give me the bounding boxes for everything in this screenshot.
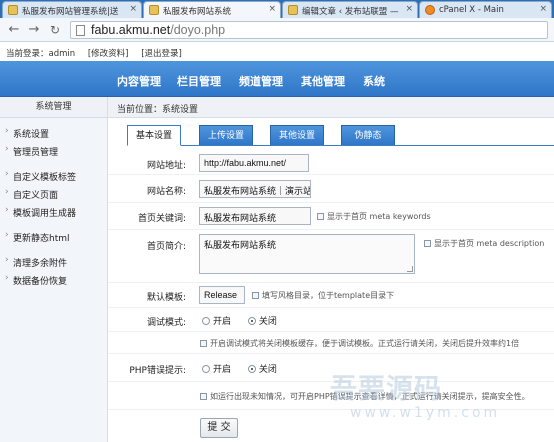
php-error-option-on[interactable]: 开启 bbox=[202, 365, 231, 375]
browser-tab-admin[interactable]: 私服发布网站管理系统|送 × bbox=[2, 1, 142, 18]
sidebar-item-clean-attachments[interactable]: 清理多余附件 bbox=[5, 255, 67, 269]
address-bar: ← → ↻ fabu.akmu.net/doyo.php bbox=[0, 18, 554, 42]
nav-item-category[interactable]: 栏目管理 bbox=[177, 73, 221, 89]
sub-header: 系统管理 当前位置：系统设置 bbox=[0, 97, 554, 118]
browser-tab-editor[interactable]: 编辑文章 ‹ 发布站联盟 — × bbox=[282, 1, 418, 18]
checkbox-icon bbox=[317, 213, 324, 220]
keywords-input[interactable]: 私服发布网站系统 bbox=[199, 207, 311, 225]
url-text: fabu.akmu.net/doyo.php bbox=[91, 23, 226, 37]
radio-selected-icon bbox=[247, 317, 256, 325]
tab-upload-settings[interactable]: 上传设置 bbox=[199, 125, 253, 145]
sidebar-item-custom-template-tags[interactable]: 自定义模板标签 bbox=[5, 169, 76, 183]
tab-pseudo-static[interactable]: 伪静态 bbox=[341, 125, 395, 145]
debug-radio-group: 开启 关闭 bbox=[202, 314, 291, 327]
debug-option-off[interactable]: 关闭 bbox=[247, 317, 277, 327]
watermark-url: www.w1ym.com bbox=[350, 405, 501, 421]
close-icon[interactable]: × bbox=[129, 4, 137, 14]
sidebar-item-data-backup[interactable]: 数据备份恢复 bbox=[5, 273, 67, 287]
sidebar-item-update-static-html[interactable]: 更新静态html bbox=[5, 230, 69, 244]
submit-button[interactable]: 提 交 bbox=[200, 418, 238, 438]
debug-hint: 开启调试模式将关闭模板缓存，便于调试模板。正式运行请关闭，关闭后提升效率约1倍 bbox=[200, 338, 519, 349]
breadcrumb: 当前位置：系统设置 bbox=[117, 105, 199, 115]
resize-grip-icon[interactable] bbox=[407, 266, 413, 272]
back-arrow-icon[interactable]: ← bbox=[6, 22, 22, 38]
top-nav: 内容管理 栏目管理 频道管理 其他管理 系统 bbox=[0, 61, 554, 97]
login-bar: 当前登录：admin [修改资料] [退出登录] bbox=[0, 43, 554, 61]
tab-other-settings[interactable]: 其他设置 bbox=[270, 125, 324, 145]
tab-basic-settings[interactable]: 基本设置 bbox=[127, 125, 181, 146]
radio-icon bbox=[202, 317, 210, 325]
intro-text: 私服发布网站系统 bbox=[204, 241, 277, 251]
checkbox-icon bbox=[424, 240, 431, 247]
tab-title: 编辑文章 ‹ 发布站联盟 — bbox=[302, 7, 399, 17]
nav-item-other[interactable]: 其他管理 bbox=[301, 73, 345, 89]
close-icon[interactable]: × bbox=[539, 4, 547, 14]
page-icon bbox=[76, 25, 85, 36]
browser-tab-site[interactable]: 私服发布网站系统 × bbox=[143, 1, 281, 18]
checkbox-icon bbox=[200, 340, 207, 347]
forward-arrow-icon[interactable]: → bbox=[26, 22, 42, 38]
radio-icon bbox=[202, 365, 210, 373]
page-favicon-icon bbox=[8, 5, 18, 15]
php-error-radio-group: 开启 关闭 bbox=[202, 362, 291, 375]
sidebar-item-admin-management[interactable]: 管理员管理 bbox=[5, 144, 58, 158]
cpanel-favicon-icon bbox=[425, 5, 435, 15]
intro-hint: 显示于首页 meta description bbox=[424, 238, 544, 249]
keywords-hint: 显示于首页 meta keywords bbox=[317, 211, 431, 222]
row-template: 默认模板: Release 填写风格目录，位于template目录下 bbox=[108, 283, 554, 308]
logout-link[interactable]: [退出登录] bbox=[141, 49, 182, 59]
row-site-name: 网站名称: 私服发布网站系统｜演示站 bbox=[108, 175, 554, 203]
tab-title: 私服发布网站系统 bbox=[163, 7, 232, 17]
url-input[interactable]: fabu.akmu.net/doyo.php bbox=[70, 21, 548, 39]
settings-tabs: 基本设置 上传设置 其他设置 伪静态 bbox=[127, 125, 554, 146]
close-icon[interactable]: × bbox=[405, 4, 413, 14]
row-debug-hint: 开启调试模式将关闭模板缓存，便于调试模板。正式运行请关闭，关闭后提升效率约1倍 bbox=[108, 332, 554, 354]
site-url-input[interactable]: http://fabu.akmu.net/ bbox=[199, 154, 309, 172]
checkbox-icon bbox=[252, 292, 259, 299]
keywords-label: 首页关键词: bbox=[137, 214, 186, 224]
reload-icon[interactable]: ↻ bbox=[47, 22, 63, 38]
page-favicon-icon bbox=[149, 5, 159, 15]
sidebar: 系统设置 管理员管理 自定义模板标签 自定义页面 模板调用生成器 更新静态htm… bbox=[0, 118, 108, 442]
nav-item-system[interactable]: 系统 bbox=[363, 73, 385, 89]
sidebar-title: 系统管理 bbox=[0, 97, 108, 118]
edit-profile-link[interactable]: [修改资料] bbox=[88, 49, 129, 59]
debug-option-on[interactable]: 开启 bbox=[202, 317, 231, 327]
radio-selected-icon bbox=[247, 365, 256, 373]
php-error-option-off[interactable]: 关闭 bbox=[247, 365, 277, 375]
sidebar-item-system-settings[interactable]: 系统设置 bbox=[5, 126, 49, 140]
row-debug-mode: 调试模式: 开启 关闭 bbox=[108, 308, 554, 332]
intro-label: 首页简介: bbox=[146, 242, 186, 252]
page-favicon-icon bbox=[288, 5, 298, 15]
browser-tabstrip: 私服发布网站管理系统|送 × 私服发布网站系统 × 编辑文章 ‹ 发布站联盟 —… bbox=[0, 0, 554, 18]
template-hint: 填写风格目录，位于template目录下 bbox=[252, 290, 394, 301]
row-keywords: 首页关键词: 私服发布网站系统 显示于首页 meta keywords bbox=[108, 203, 554, 230]
row-intro: 首页简介: 私服发布网站系统 显示于首页 meta description bbox=[108, 230, 554, 283]
checkbox-icon bbox=[200, 393, 207, 400]
site-name-input[interactable]: 私服发布网站系统｜演示站 bbox=[199, 180, 311, 198]
close-icon[interactable]: × bbox=[268, 4, 276, 14]
debug-label: 调试模式: bbox=[146, 318, 186, 328]
sidebar-item-custom-pages[interactable]: 自定义页面 bbox=[5, 187, 58, 201]
site-name-label: 网站名称: bbox=[146, 187, 186, 197]
php-error-label: PHP错误提示: bbox=[129, 366, 186, 376]
row-site-url: 网站地址: http://fabu.akmu.net/ bbox=[108, 152, 554, 175]
sidebar-item-template-generator[interactable]: 模板调用生成器 bbox=[5, 205, 76, 219]
nav-item-channel[interactable]: 频道管理 bbox=[239, 73, 283, 89]
site-url-label: 网站地址: bbox=[146, 161, 186, 171]
intro-textarea[interactable]: 私服发布网站系统 bbox=[199, 234, 415, 274]
browser-tab-cpanel[interactable]: cPanel X - Main × bbox=[419, 1, 552, 18]
template-input[interactable]: Release bbox=[199, 286, 245, 304]
watermark-logo: 吾要源码 bbox=[330, 374, 442, 405]
template-label: 默认模板: bbox=[146, 293, 186, 303]
tab-title: cPanel X - Main bbox=[439, 5, 504, 15]
nav-item-content[interactable]: 内容管理 bbox=[117, 73, 161, 89]
current-login-text: 当前登录：admin bbox=[6, 49, 76, 59]
tab-title: 私服发布网站管理系统|送 bbox=[22, 7, 119, 17]
